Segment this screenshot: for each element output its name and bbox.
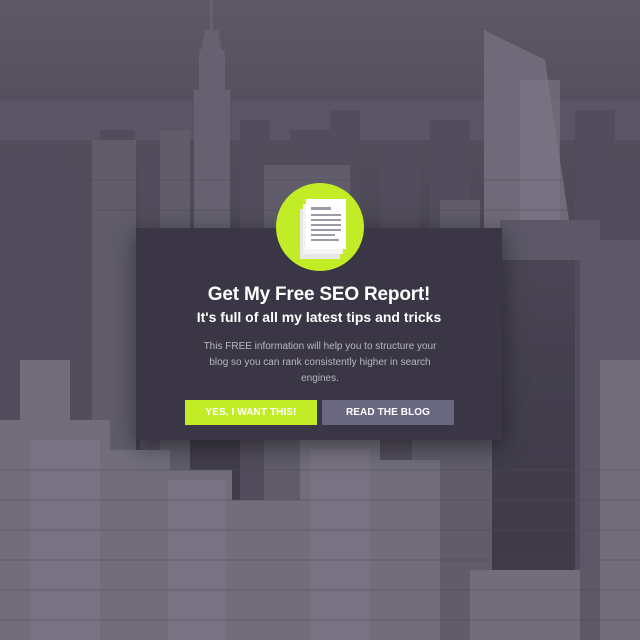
modal-subtitle: It's full of all my latest tips and tric… xyxy=(196,309,442,325)
read-the-blog-button[interactable]: READ THE BLOG xyxy=(322,400,454,425)
document-stack-icon xyxy=(300,199,346,259)
modal-description: This FREE information will help you to s… xyxy=(203,341,437,384)
modal-title: Get My Free SEO Report! xyxy=(207,284,431,305)
yes-i-want-this-button[interactable]: YES, I WANT THIS! xyxy=(185,400,317,425)
report-badge xyxy=(276,183,364,271)
